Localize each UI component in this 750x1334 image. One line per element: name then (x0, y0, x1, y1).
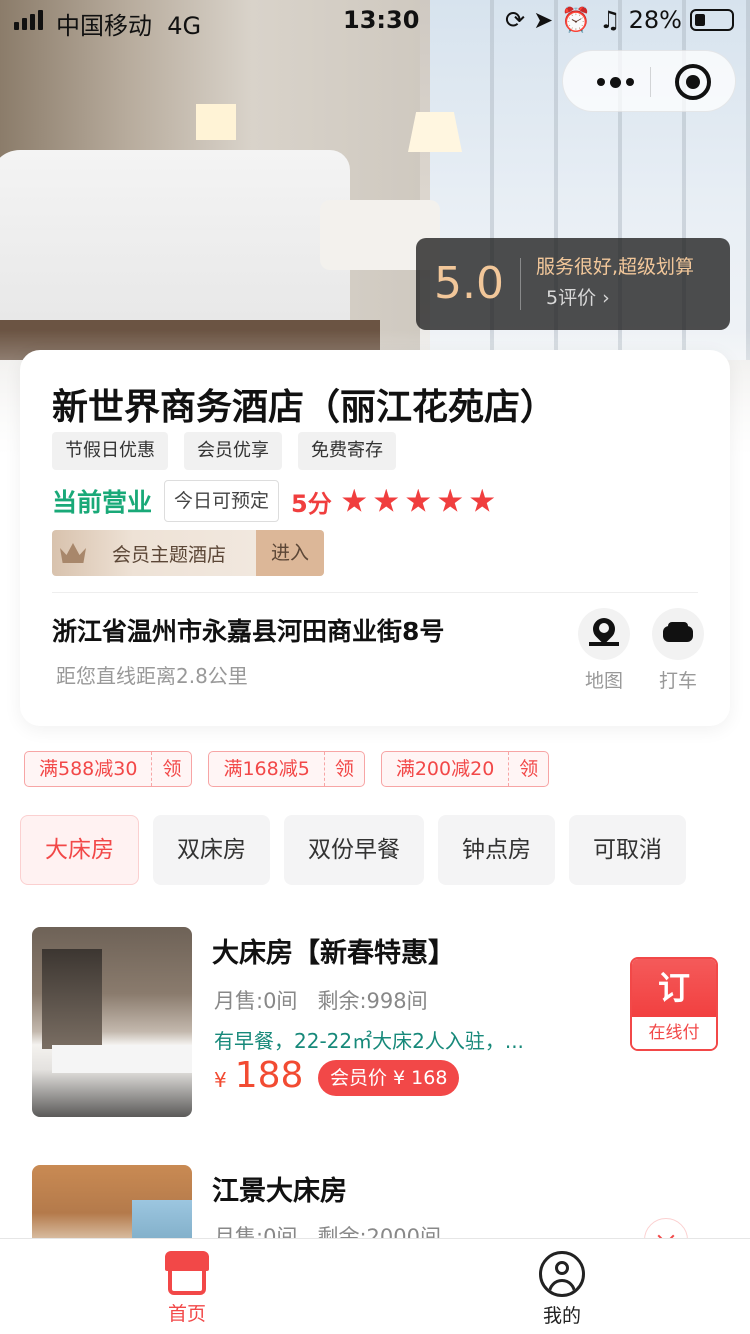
rating-divider (520, 258, 521, 310)
tab-me[interactable]: 我的 (502, 1251, 622, 1328)
crown-icon (52, 530, 94, 576)
coupon[interactable]: 满168减5 领 (208, 751, 365, 787)
star-icon (470, 488, 495, 512)
coupon-amount: 满588减30 (39, 758, 138, 780)
book-button[interactable]: 订 在线付 (630, 957, 718, 1051)
map-pin-icon (578, 608, 630, 660)
pay-online-label: 在线付 (632, 1017, 716, 1049)
tab-me-label: 我的 (542, 1305, 581, 1327)
room-name: 江景大床房 (212, 1176, 347, 1207)
room-features: 有早餐，22-22㎡大床2人入驻，... (214, 1029, 524, 1053)
filter-king-bed[interactable]: 大床房 (20, 815, 139, 885)
filter-twin-bed[interactable]: 双床房 (153, 815, 270, 885)
rating-summary[interactable]: 5.0 服务很好,超级划算5评价 › (416, 238, 730, 330)
hero-lamp-left (196, 104, 236, 140)
open-status: 当前营业 (52, 488, 153, 517)
coupon-amount: 满168减5 (223, 758, 310, 780)
rotation-lock-icon: ⟳ (505, 6, 526, 34)
rating-text: 服务很好,超级划算5评价 › (536, 256, 695, 309)
coupon-amount: 满200减20 (395, 758, 495, 780)
alarm-icon: ⏰ (561, 6, 592, 34)
headphones-icon: ♫ (599, 6, 621, 34)
status-bar: 中国移动 4G 13:30 ⟳ ➤ ⏰ ♫ 28% (0, 0, 750, 40)
member-theme-banner[interactable]: 会员主题酒店 进入 (52, 530, 324, 576)
coupon[interactable]: 满588减30 领 (24, 751, 193, 787)
tab-home-label: 首页 (167, 1303, 206, 1325)
rating-score: 5.0 (434, 258, 504, 309)
store-icon (165, 1251, 209, 1295)
member-enter-button[interactable]: 进入 (256, 530, 324, 576)
status-icons: ⟳ ➤ ⏰ ♫ 28% (505, 6, 734, 34)
battery-icon (689, 9, 734, 31)
room-remaining: 剩余:998间 (317, 989, 428, 1013)
hotel-score: 5分 (291, 489, 332, 518)
coupon[interactable]: 满200减20 领 (380, 751, 550, 787)
carrier-label: 中国移动 4G (56, 12, 202, 40)
network-label: 4G (167, 12, 202, 40)
room-price: ¥ 188 (214, 1055, 303, 1096)
room-sales: 月售:0间 剩余:998间 (214, 989, 428, 1013)
filter-double-breakfast[interactable]: 双份早餐 (284, 815, 424, 885)
member-price-badge: 会员价 ¥ 168 (318, 1060, 460, 1096)
room-photo[interactable] (32, 927, 192, 1117)
hotel-address: 浙江省温州市永嘉县河田商业街8号 (52, 617, 445, 646)
location-icon: ➤ (533, 6, 554, 34)
bottom-tab-bar: 首页 我的 (0, 1238, 750, 1334)
map-label: 地图 (584, 670, 623, 692)
status-row: 当前营业 今日可预定 5分 (52, 480, 495, 522)
tab-home[interactable]: 首页 (127, 1251, 247, 1326)
close-miniprogram-icon[interactable] (675, 64, 711, 100)
hotel-tag: 免费寄存 (298, 432, 396, 470)
hotel-info-card: 新世界商务酒店（丽江花苑店） 节假日优惠 会员优享 免费寄存 当前营业 今日可预… (20, 350, 730, 726)
hotel-distance: 距您直线距离2.8公里 (56, 664, 248, 688)
filter-cancellable[interactable]: 可取消 (569, 815, 686, 885)
star-icon (438, 488, 463, 512)
car-icon (652, 608, 704, 660)
user-icon (539, 1251, 585, 1297)
clock: 13:30 (343, 6, 420, 34)
room-name: 大床房【新春特惠】 (212, 938, 455, 969)
chevron-right-icon: › (602, 287, 610, 309)
member-theme-label: 会员主题酒店 (112, 543, 227, 566)
claim-coupon-button[interactable]: 领 (323, 752, 364, 786)
miniprogram-capsule (562, 50, 736, 112)
claim-coupon-button[interactable]: 领 (508, 752, 548, 786)
hotel-tags: 节假日优惠 会员优享 免费寄存 (52, 432, 396, 470)
booking-status-badge: 今日可预定 (164, 480, 280, 522)
review-count: 5评价 › (546, 287, 610, 309)
book-label: 订 (632, 959, 716, 1017)
map-button[interactable]: 地图 (576, 608, 632, 693)
hotel-tag: 会员优享 (184, 432, 282, 470)
card-divider (52, 592, 698, 593)
price-value: 188 (234, 1055, 304, 1096)
battery-percent: 28% (628, 6, 682, 34)
claim-coupon-button[interactable]: 领 (151, 752, 191, 786)
signal-icon (14, 10, 43, 30)
more-options-icon[interactable] (585, 51, 645, 113)
filter-hourly-room[interactable]: 钟点房 (438, 815, 555, 885)
coupon-list: 满588减30 领 满168减5 领 满200减20 领 (24, 751, 550, 787)
currency-symbol: ¥ (214, 1068, 227, 1092)
star-icon (342, 488, 367, 512)
room-card[interactable]: 大床房【新春特惠】 月售:0间 剩余:998间 有早餐，22-22㎡大床2人入驻… (32, 927, 722, 1127)
taxi-button[interactable]: 打车 (650, 608, 706, 693)
taxi-label: 打车 (658, 670, 697, 692)
room-filter-tabs: 大床房 双床房 双份早餐 钟点房 可取消 (20, 815, 686, 885)
star-icon (374, 488, 399, 512)
hotel-name: 新世界商务酒店（丽江花苑店） (52, 387, 557, 428)
star-icon (406, 488, 431, 512)
hero-lamp-right (408, 112, 462, 152)
capsule-divider (650, 67, 651, 97)
hotel-tag: 节假日优惠 (52, 432, 168, 470)
star-rating (342, 488, 495, 514)
